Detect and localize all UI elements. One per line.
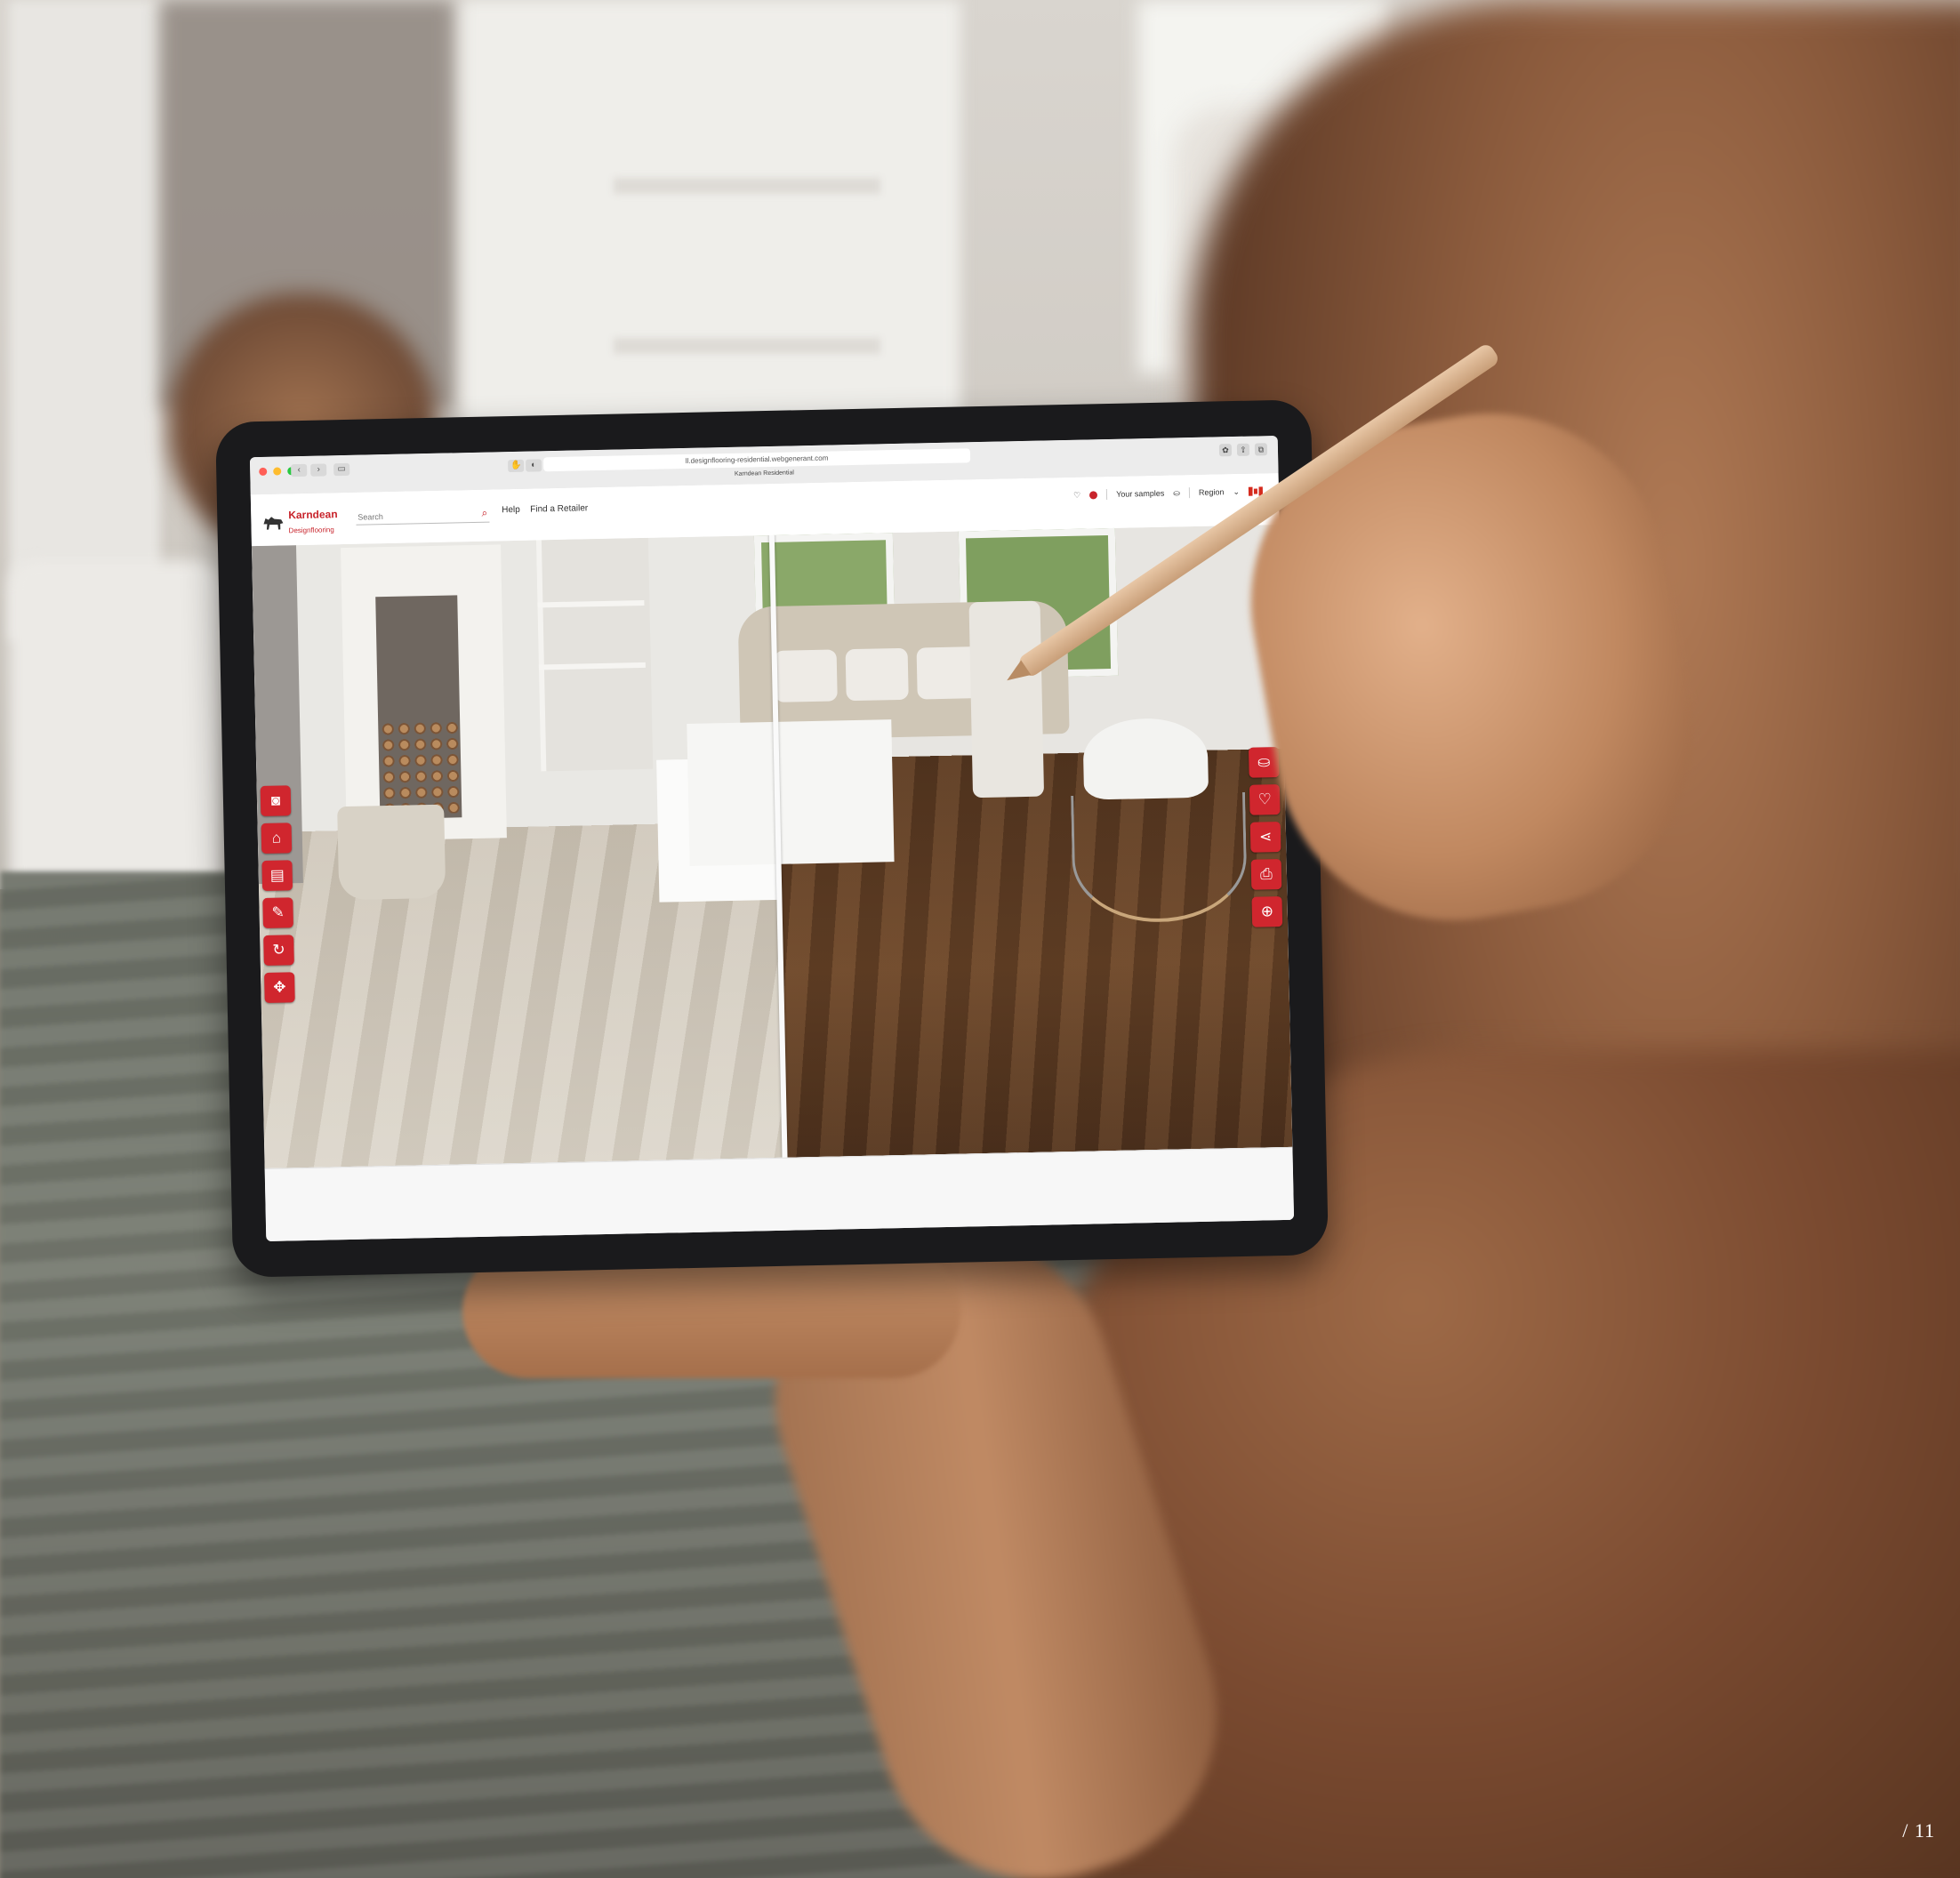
window-controls bbox=[259, 467, 296, 476]
brand-logo-text: Karndean Designflooring bbox=[288, 507, 338, 536]
right-toolbar: ⛀ ♡ ⋖ ⎙ ⊕ bbox=[1248, 747, 1283, 927]
background-pouf bbox=[9, 560, 222, 916]
sidebar-toggle-button[interactable]: ▭ bbox=[333, 462, 350, 477]
tablet-screen: ‹ › ▭ ✋ ◐ ll.designflooring-residential.… bbox=[249, 435, 1295, 1242]
brand-logo[interactable]: Karndean Designflooring bbox=[263, 507, 338, 537]
camera-icon[interactable]: ◙ bbox=[260, 785, 292, 817]
settings-icon[interactable]: ✿ bbox=[1218, 444, 1233, 457]
layout-icon[interactable]: ▤ bbox=[261, 860, 293, 892]
background-shelves bbox=[462, 0, 960, 445]
dog-logo-icon bbox=[263, 515, 283, 529]
floor-icon[interactable]: ⌂ bbox=[261, 823, 293, 855]
minimize-window-button[interactable] bbox=[273, 467, 282, 476]
zoom-icon[interactable]: ⊕ bbox=[1251, 896, 1283, 927]
chevron-down-icon: ⌄ bbox=[1233, 486, 1241, 496]
back-button[interactable]: ‹ bbox=[291, 463, 308, 478]
move-icon[interactable]: ✥ bbox=[264, 972, 295, 1003]
heart-icon[interactable]: ♡ bbox=[1249, 784, 1281, 815]
help-link[interactable]: Help bbox=[502, 505, 520, 515]
background-shelf bbox=[614, 338, 880, 354]
brand-subtitle: Designflooring bbox=[288, 526, 334, 535]
brand-name: Karndean bbox=[288, 508, 338, 522]
heart-icon[interactable]: ♡ bbox=[1073, 490, 1080, 500]
find-retailer-link[interactable]: Find a Retailer bbox=[530, 503, 588, 514]
favourites-count-badge bbox=[1089, 490, 1098, 499]
coffee-table bbox=[687, 719, 895, 866]
search-box: ⌕ bbox=[356, 505, 490, 526]
brush-icon[interactable]: ✎ bbox=[262, 897, 293, 929]
stacked-logs bbox=[380, 719, 462, 815]
background-pillar bbox=[9, 0, 160, 640]
divider bbox=[1188, 487, 1191, 499]
share-page-icon[interactable]: ⇪ bbox=[1236, 443, 1250, 456]
bookshelf bbox=[535, 537, 654, 772]
close-window-button[interactable] bbox=[259, 467, 268, 476]
room-dark-floor bbox=[687, 524, 1293, 1158]
throw-blanket bbox=[968, 600, 1045, 799]
privacy-icon[interactable]: ✋ bbox=[508, 459, 525, 473]
search-input[interactable] bbox=[356, 510, 467, 523]
your-samples-link[interactable]: Your samples bbox=[1116, 489, 1164, 499]
header-actions: ♡ Your samples ⛀ Region ⌄ bbox=[1073, 486, 1264, 501]
rocking-chair bbox=[1082, 717, 1209, 800]
extensions-icon[interactable]: ◐ bbox=[526, 459, 542, 472]
tabs-icon[interactable]: ⧉ bbox=[1254, 443, 1268, 456]
forward-button[interactable]: › bbox=[310, 463, 327, 477]
divider bbox=[1106, 489, 1108, 501]
rotate-icon[interactable]: ↻ bbox=[263, 935, 294, 966]
search-icon[interactable]: ⌕ bbox=[481, 507, 487, 520]
region-selector[interactable]: Region bbox=[1199, 487, 1225, 497]
background-shelf bbox=[614, 178, 880, 194]
left-toolbar: ◙ ⌂ ▤ ✎ ↻ ✥ bbox=[260, 785, 295, 1003]
basket bbox=[337, 804, 446, 901]
room-visualizer[interactable]: ◙ ⌂ ▤ ✎ ↻ ✥ ⛀ ♡ ⋖ ⎙ ⊕ bbox=[251, 524, 1293, 1169]
share-icon[interactable]: ⋖ bbox=[1249, 822, 1281, 853]
cushion bbox=[845, 647, 909, 702]
print-icon[interactable]: ⎙ bbox=[1250, 859, 1282, 890]
cushion bbox=[774, 649, 838, 702]
tablet-device: ‹ › ▭ ✋ ◐ ll.designflooring-residential.… bbox=[215, 399, 1329, 1278]
page-number: / 11 bbox=[1902, 1819, 1935, 1842]
basket-icon[interactable]: ⛀ bbox=[1173, 488, 1180, 498]
